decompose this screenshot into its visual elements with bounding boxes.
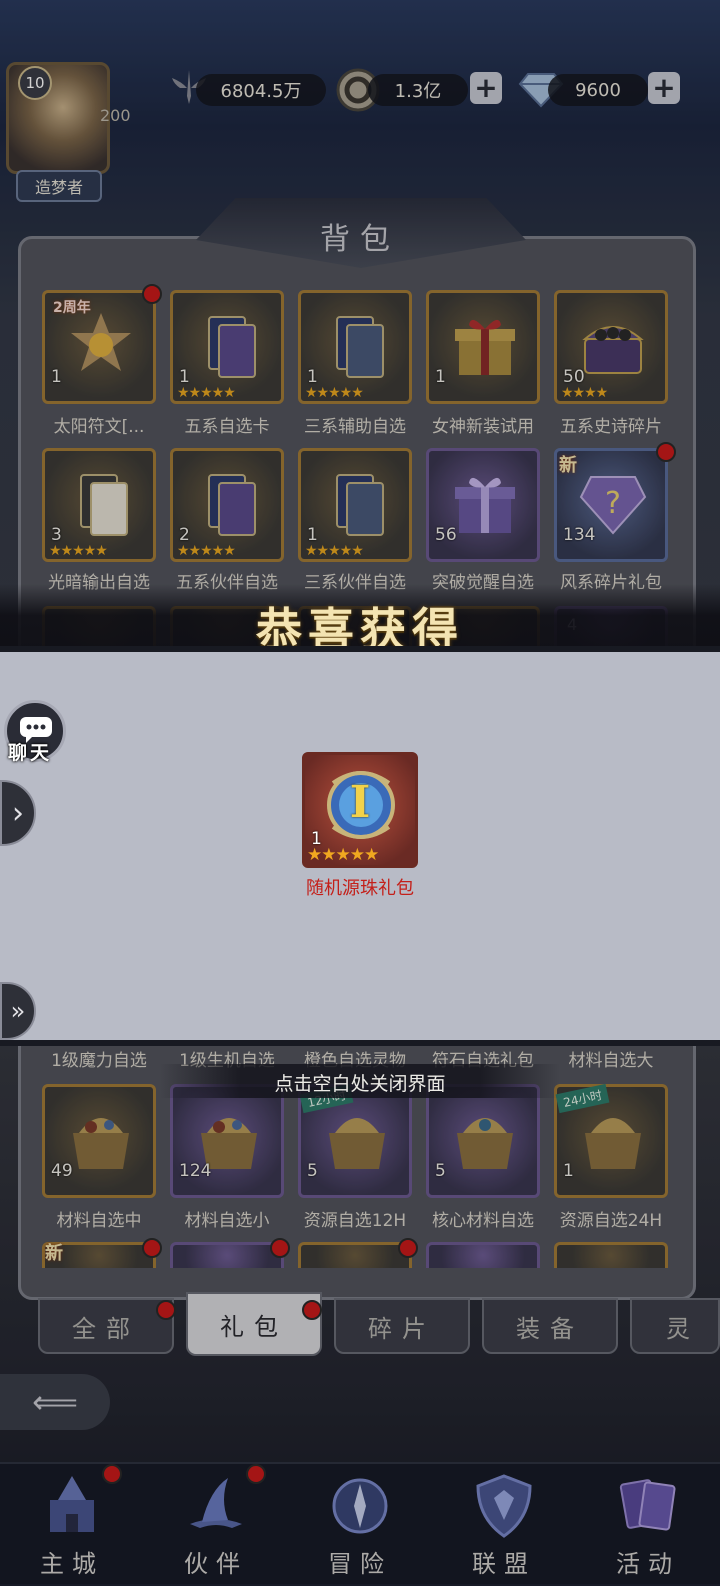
double-chevron-right-icon: » (10, 997, 26, 1025)
reward-glyph: I (349, 777, 371, 828)
reward-item-slot[interactable]: I 1 ★★★★★ (302, 752, 418, 868)
reward-stars: ★★★★★ (307, 845, 379, 865)
chevron-right-icon: › (12, 795, 24, 831)
close-hint: 点击空白处关闭界面 (274, 1073, 446, 1095)
chat-label: 聊天 (8, 742, 53, 764)
reward-name: 随机源珠礼包 (306, 878, 414, 899)
